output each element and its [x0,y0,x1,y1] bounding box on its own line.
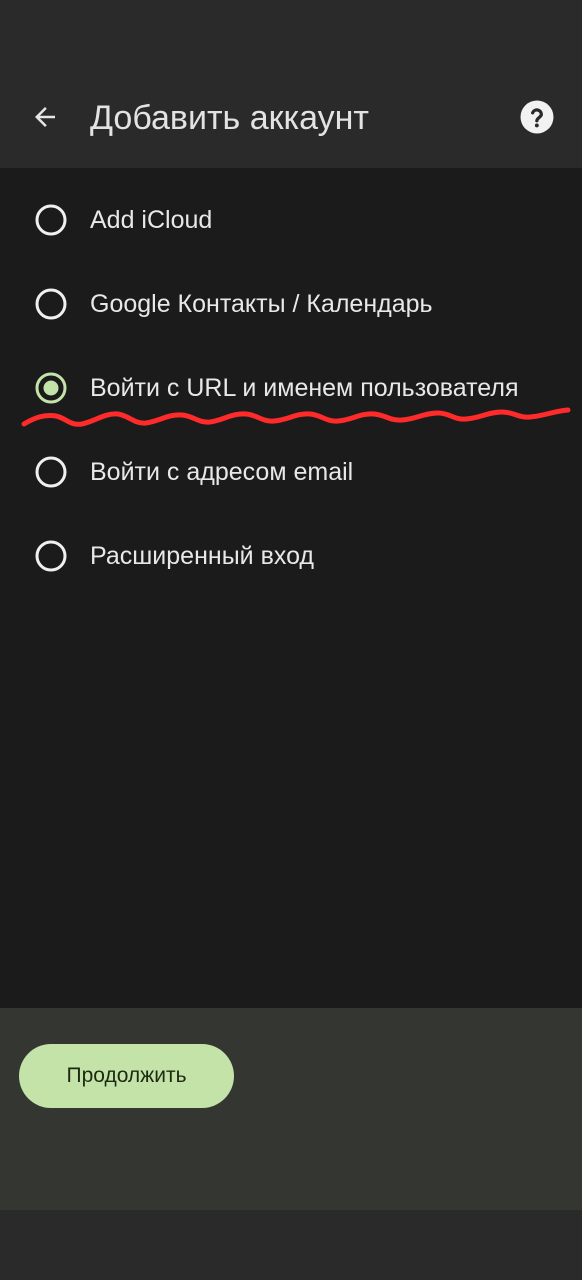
bottom-panel: Продолжить [0,1008,582,1210]
help-circle-icon [520,100,554,134]
app-bar: Добавить аккаунт [0,66,582,168]
account-type-list: Add iCloud Google Контакты / Календарь В… [0,178,582,598]
option-label: Add iCloud [90,206,213,234]
option-label: Войти с URL и именем пользователя [90,374,519,402]
option-email-login[interactable]: Войти с адресом email [0,430,582,514]
radio-unchecked-icon[interactable] [35,540,67,572]
option-add-icloud[interactable]: Add iCloud [0,178,582,262]
option-label: Войти с адресом email [90,458,354,486]
status-bar [0,0,582,66]
option-url-username-login[interactable]: Войти с URL и именем пользователя [0,346,582,430]
radio-checked-icon[interactable] [35,372,67,404]
continue-button[interactable]: Продолжить [19,1044,234,1108]
option-label: Расширенный вход [90,542,315,570]
option-label: Google Контакты / Календарь [90,290,433,318]
arrow-left-icon [35,107,55,127]
help-button[interactable] [514,94,560,140]
page-title: Добавить аккаунт [90,99,369,137]
radio-unchecked-icon[interactable] [35,288,67,320]
navigation-bar-area [0,1210,582,1280]
option-advanced-login[interactable]: Расширенный вход [0,514,582,598]
back-button[interactable] [22,94,68,140]
radio-unchecked-icon[interactable] [35,204,67,236]
option-google-contacts-calendar[interactable]: Google Контакты / Календарь [0,262,582,346]
radio-unchecked-icon[interactable] [35,456,67,488]
